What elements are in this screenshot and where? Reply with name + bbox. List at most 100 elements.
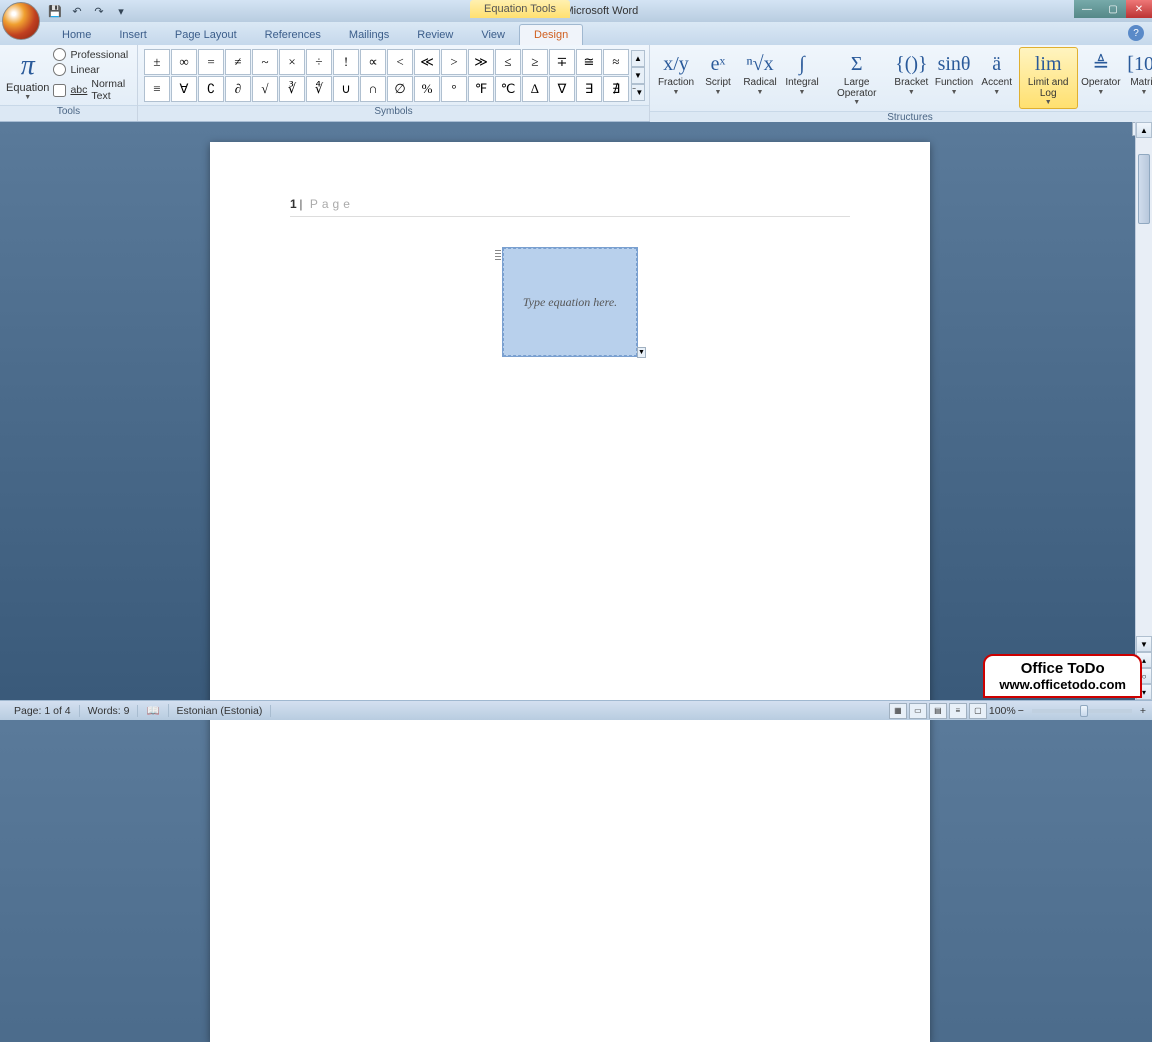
symbol-cell[interactable]: ∞ bbox=[171, 49, 197, 75]
zoom-slider[interactable] bbox=[1032, 709, 1132, 713]
symbol-cell[interactable]: ° bbox=[441, 76, 467, 102]
symbol-cell[interactable]: ≪ bbox=[414, 49, 440, 75]
view-full-screen[interactable]: ▭ bbox=[909, 703, 927, 719]
document-workspace: ▤ 1 | Page Type equation here. ▼ ▲ ▼ ▴ ○… bbox=[0, 122, 1152, 700]
symbol-cell[interactable]: ∆ bbox=[522, 76, 548, 102]
professional-radio[interactable]: Professional bbox=[53, 48, 131, 61]
tab-review[interactable]: Review bbox=[403, 25, 467, 45]
zoom-level[interactable]: 100% bbox=[989, 705, 1016, 717]
symbol-cell[interactable]: ≫ bbox=[468, 49, 494, 75]
symbol-cell[interactable]: < bbox=[387, 49, 413, 75]
symbol-cell[interactable]: ∄ bbox=[603, 76, 629, 102]
symbol-cell[interactable]: ∛ bbox=[279, 76, 305, 102]
vertical-scrollbar[interactable]: ▲ ▼ ▴ ○ ▾ bbox=[1135, 122, 1152, 700]
linear-radio[interactable]: Linear bbox=[53, 63, 131, 76]
symbol-cell[interactable]: ≥ bbox=[522, 49, 548, 75]
symbol-cell[interactable]: × bbox=[279, 49, 305, 75]
symbol-cell[interactable]: ∪ bbox=[333, 76, 359, 102]
structure-large-operator[interactable]: ΣLarge Operator▼ bbox=[824, 47, 889, 109]
scroll-down-icon[interactable]: ▼ bbox=[1136, 636, 1152, 652]
redo-icon[interactable]: ↷ bbox=[88, 2, 110, 20]
office-button[interactable] bbox=[2, 2, 40, 40]
status-proofing-icon[interactable]: 📖 bbox=[138, 704, 168, 717]
equation-options-dropdown[interactable]: ▼ bbox=[637, 347, 646, 358]
tab-mailings[interactable]: Mailings bbox=[335, 25, 403, 45]
symbol-cell[interactable]: ~ bbox=[252, 49, 278, 75]
symbol-cell[interactable]: % bbox=[414, 76, 440, 102]
symbols-scroll-up[interactable]: ▲ bbox=[631, 50, 645, 67]
symbol-cell[interactable]: ∜ bbox=[306, 76, 332, 102]
symbol-cell[interactable]: > bbox=[441, 49, 467, 75]
quick-access-toolbar: 💾 ↶ ↷ ▾ bbox=[44, 2, 132, 20]
symbol-cell[interactable]: ± bbox=[144, 49, 170, 75]
symbol-cell[interactable]: ∇ bbox=[549, 76, 575, 102]
qat-customize-icon[interactable]: ▾ bbox=[110, 2, 132, 20]
scroll-thumb[interactable] bbox=[1138, 154, 1150, 224]
equation-container[interactable]: Type equation here. ▼ bbox=[502, 247, 638, 357]
symbol-cell[interactable]: ÷ bbox=[306, 49, 332, 75]
symbol-cell[interactable]: √ bbox=[252, 76, 278, 102]
normal-text-check[interactable]: abc Normal Text bbox=[53, 78, 131, 102]
maximize-button[interactable]: ▢ bbox=[1100, 0, 1126, 18]
symbols-scroll-down[interactable]: ▼ bbox=[631, 67, 645, 84]
tab-view[interactable]: View bbox=[467, 25, 519, 45]
view-draft[interactable]: ▢ bbox=[969, 703, 987, 719]
symbol-cell[interactable]: ∁ bbox=[198, 76, 224, 102]
tab-design[interactable]: Design bbox=[519, 24, 583, 45]
view-web-layout[interactable]: ▤ bbox=[929, 703, 947, 719]
symbol-cell[interactable]: ∂ bbox=[225, 76, 251, 102]
symbol-cell[interactable]: ∝ bbox=[360, 49, 386, 75]
symbol-cell[interactable]: ℉ bbox=[468, 76, 494, 102]
symbols-more[interactable]: ‾▼ bbox=[631, 84, 645, 101]
zoom-thumb[interactable] bbox=[1080, 705, 1088, 717]
undo-icon[interactable]: ↶ bbox=[66, 2, 88, 20]
structure-function[interactable]: sinθFunction▼ bbox=[933, 47, 974, 109]
status-page[interactable]: Page: 1 of 4 bbox=[6, 705, 80, 717]
structure-script[interactable]: eˣScript▼ bbox=[698, 47, 738, 109]
structure-bracket[interactable]: {()}Bracket▼ bbox=[891, 47, 931, 109]
tab-references[interactable]: References bbox=[251, 25, 335, 45]
symbol-cell[interactable]: ∅ bbox=[387, 76, 413, 102]
symbol-cell[interactable]: ℃ bbox=[495, 76, 521, 102]
structure-icon: eˣ bbox=[711, 50, 726, 78]
symbol-cell[interactable]: ≠ bbox=[225, 49, 251, 75]
tab-home[interactable]: Home bbox=[48, 25, 105, 45]
equation-move-handle[interactable] bbox=[495, 250, 501, 262]
view-outline[interactable]: ≡ bbox=[949, 703, 967, 719]
view-print-layout[interactable]: ▦ bbox=[889, 703, 907, 719]
equation-placeholder[interactable]: Type equation here. bbox=[503, 248, 637, 356]
status-language[interactable]: Estonian (Estonia) bbox=[169, 705, 272, 717]
zoom-in-button[interactable]: + bbox=[1140, 705, 1146, 717]
symbol-cell[interactable]: = bbox=[198, 49, 224, 75]
status-words[interactable]: Words: 9 bbox=[80, 705, 139, 717]
group-label-tools: Tools bbox=[0, 105, 137, 121]
scroll-up-icon[interactable]: ▲ bbox=[1136, 122, 1152, 138]
structure-accent[interactable]: äAccent▼ bbox=[977, 47, 1017, 109]
document-page[interactable]: 1 | Page Type equation here. ▼ bbox=[210, 142, 930, 1042]
structure-label: Limit and Log bbox=[1024, 78, 1073, 99]
symbol-cell[interactable]: ∓ bbox=[549, 49, 575, 75]
structure-operator[interactable]: ≜Operator▼ bbox=[1080, 47, 1122, 109]
structure-integral[interactable]: ∫Integral▼ bbox=[782, 47, 822, 109]
structure-limit-and-log[interactable]: limLimit and Log▼ bbox=[1019, 47, 1078, 109]
symbol-cell[interactable]: ≡ bbox=[144, 76, 170, 102]
tab-insert[interactable]: Insert bbox=[105, 25, 161, 45]
structure-matrix[interactable]: [10]Matrix▼ bbox=[1124, 47, 1152, 109]
symbol-cell[interactable]: ∃ bbox=[576, 76, 602, 102]
structure-radical[interactable]: ⁿ√xRadical▼ bbox=[740, 47, 780, 109]
zoom-out-button[interactable]: − bbox=[1018, 705, 1024, 717]
symbol-cell[interactable]: ∩ bbox=[360, 76, 386, 102]
equation-button[interactable]: π Equation ▼ bbox=[6, 50, 49, 101]
help-icon[interactable]: ? bbox=[1128, 25, 1144, 41]
minimize-button[interactable]: — bbox=[1074, 0, 1100, 18]
symbol-cell[interactable]: ≤ bbox=[495, 49, 521, 75]
tab-page-layout[interactable]: Page Layout bbox=[161, 25, 251, 45]
symbol-cell[interactable]: ∀ bbox=[171, 76, 197, 102]
structure-fraction[interactable]: x/yFraction▼ bbox=[656, 47, 696, 109]
symbol-cell[interactable]: ≅ bbox=[576, 49, 602, 75]
symbol-cell[interactable]: ≈ bbox=[603, 49, 629, 75]
close-button[interactable]: ✕ bbox=[1126, 0, 1152, 18]
save-icon[interactable]: 💾 bbox=[44, 2, 66, 20]
structure-label: Script bbox=[705, 78, 731, 89]
symbol-cell[interactable]: ! bbox=[333, 49, 359, 75]
